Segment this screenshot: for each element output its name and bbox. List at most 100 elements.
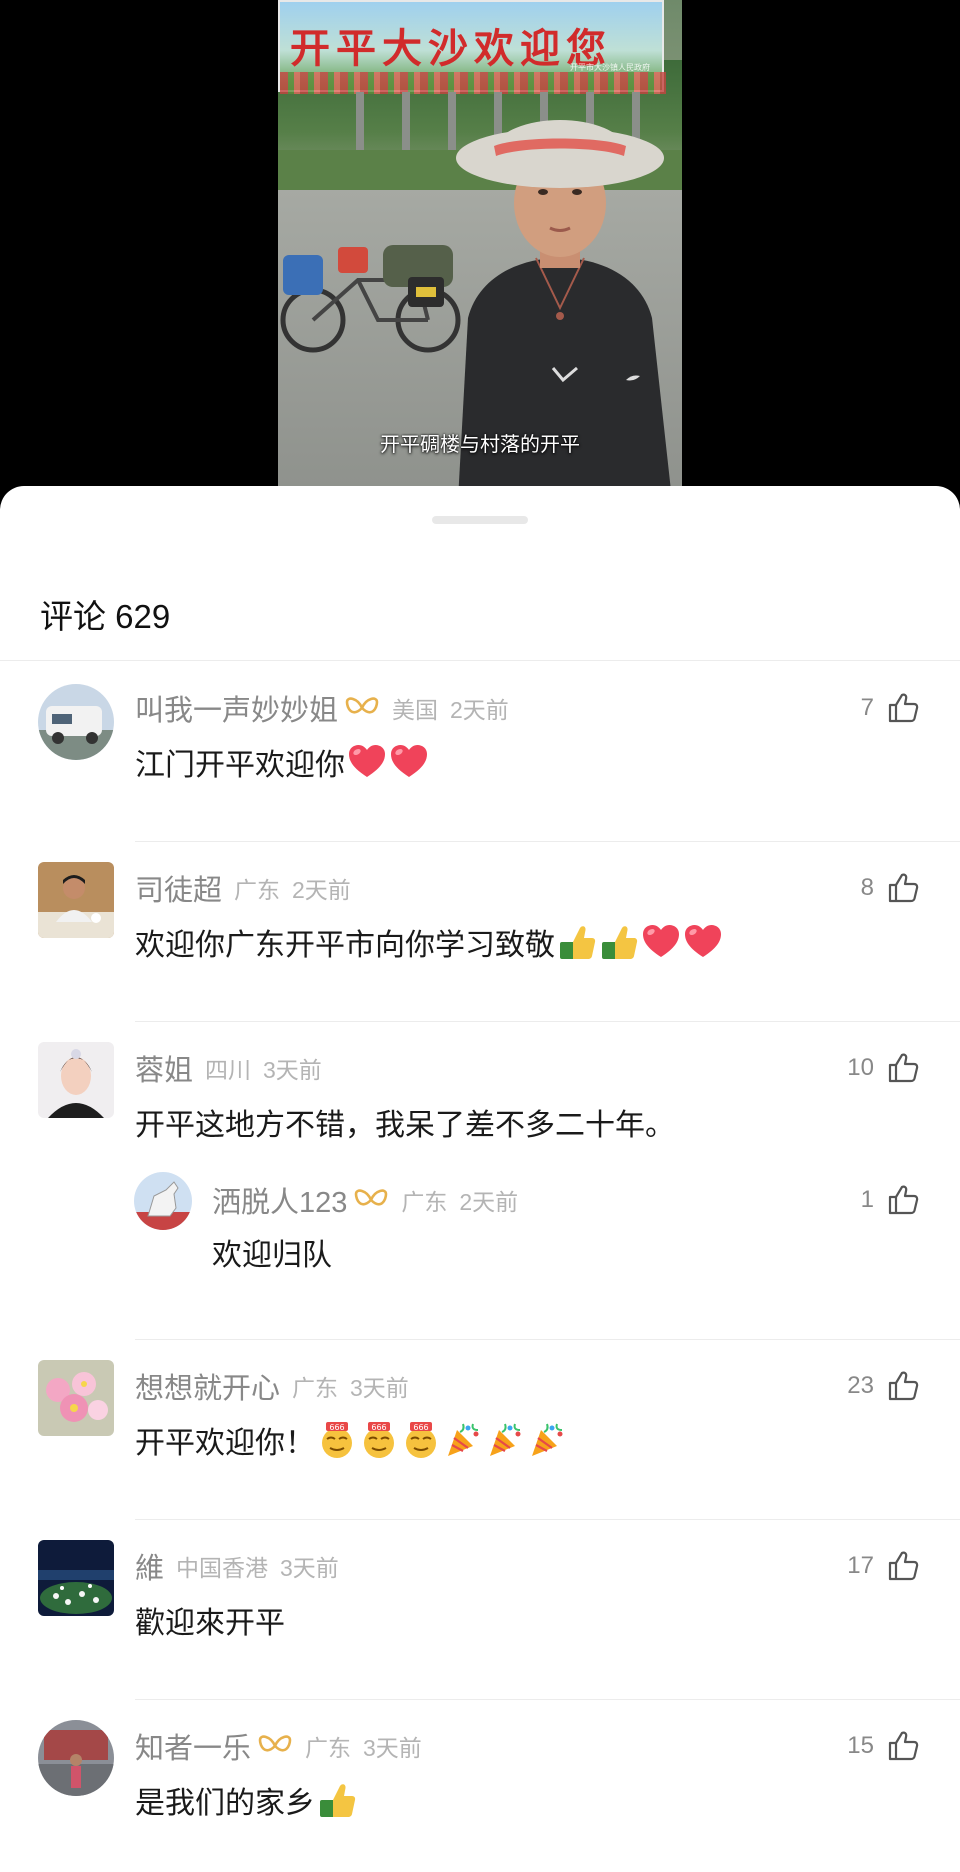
avatar-night-scene-image <box>38 1540 114 1616</box>
sheet-drag-handle[interactable] <box>432 516 528 524</box>
fan-badge-icon <box>344 694 380 722</box>
like-count: 7 <box>860 694 874 721</box>
comment-time: 3天前 <box>263 1057 322 1083</box>
comment-text-content: 江门开平欢迎你 <box>135 749 345 782</box>
avatar[interactable] <box>38 1042 114 1118</box>
comment-item: 維 中国香港 3天前 17 歡迎來开平 <box>0 1520 960 1700</box>
like-button[interactable]: 10 <box>847 1048 920 1088</box>
commenter-location: 广东 <box>234 877 281 903</box>
comment-text-content: 欢迎你广东开平市向你学习致敬 <box>135 929 555 962</box>
welcome-banner-subtitle: 开平市大沙镇人民政府 <box>570 63 650 72</box>
avatar[interactable] <box>38 1720 114 1796</box>
comment-text[interactable]: 开平这地方不错，我呆了差不多二十年。 <box>135 1100 675 1144</box>
comment-meta: 蓉姐 四川 3天前 <box>135 1048 322 1088</box>
comments-count: 629 <box>115 598 171 635</box>
like-count: 10 <box>847 1054 874 1081</box>
666-emoji-icon <box>317 1420 357 1460</box>
avatar[interactable] <box>38 1360 114 1436</box>
video-player[interactable]: 开平大沙欢迎您 开平市大沙镇人民政府 开平碉楼与村落的开平 <box>0 0 960 500</box>
comments-header: 评论 629 <box>40 590 170 638</box>
video-caption: 开平碉楼与村落的开平 <box>380 434 580 456</box>
avatar[interactable] <box>38 1540 114 1616</box>
like-count: 15 <box>847 1732 874 1759</box>
comment-time: 3天前 <box>350 1375 409 1401</box>
avatar[interactable] <box>38 862 114 938</box>
like-count: 17 <box>847 1552 874 1579</box>
comment-item: 想想就开心 广东 3天前 23 开平欢迎你！ <box>0 1340 960 1520</box>
avatar-horse-image <box>134 1172 192 1230</box>
replier-location: 广东 <box>401 1189 448 1215</box>
reply-like-count: 1 <box>860 1186 874 1213</box>
like-button[interactable]: 8 <box>861 868 920 908</box>
reply-like-button[interactable]: 1 <box>861 1180 920 1220</box>
thumbs-up-outline-icon <box>886 871 920 905</box>
reply-meta: 洒脱人123 广东 2天前 <box>212 1180 518 1220</box>
video-frame[interactable]: 开平大沙欢迎您 开平市大沙镇人民政府 开平碉楼与村落的开平 <box>278 0 682 500</box>
commenter-location: 四川 <box>205 1057 252 1083</box>
comment-time: 3天前 <box>280 1555 339 1581</box>
fan-badge-icon <box>257 1732 293 1760</box>
comment-meta: 司徒超 广东 2天前 <box>135 868 351 908</box>
like-button[interactable]: 7 <box>861 688 920 728</box>
commenter-location: 广东 <box>305 1735 352 1761</box>
like-button[interactable]: 15 <box>847 1726 920 1766</box>
reply-time: 2天前 <box>459 1189 519 1215</box>
fan-badge-icon <box>353 1186 389 1214</box>
thumbs-up-emoji-icon <box>599 922 639 962</box>
comment-meta: 知者一乐 广东 3天前 <box>135 1726 422 1766</box>
comment-text[interactable]: 是我们的家乡 <box>135 1778 357 1822</box>
comment-meta: 叫我一声妙妙姐 美国 2天前 <box>135 688 509 728</box>
comment-meta: 想想就开心 广东 3天前 <box>135 1366 409 1406</box>
comment-item: 知者一乐 广东 3天前 15 是我们的家乡 <box>0 1700 960 1872</box>
comment-text[interactable]: 欢迎你广东开平市向你学习致敬 <box>135 920 723 964</box>
commenter-location: 中国香港 <box>176 1555 269 1581</box>
comments-header-label: 评论 <box>40 598 106 635</box>
comment-text-content: 歡迎來开平 <box>135 1607 285 1640</box>
heart-emoji-icon <box>389 742 429 782</box>
comment-text-content: 开平这地方不错，我呆了差不多二十年。 <box>135 1109 675 1142</box>
welcome-banner-title: 开平大沙欢迎您 <box>290 25 612 72</box>
party-popper-emoji-icon <box>485 1420 525 1460</box>
commenter-name[interactable]: 蓉姐 <box>135 1047 193 1089</box>
comment-text[interactable]: 江门开平欢迎你 <box>135 740 429 784</box>
welcome-banner: 开平大沙欢迎您 开平市大沙镇人民政府 <box>278 0 666 94</box>
header-divider <box>0 660 960 661</box>
comment-time: 2天前 <box>450 697 509 723</box>
like-count: 8 <box>860 874 874 901</box>
commenter-name[interactable]: 叫我一声妙妙姐 <box>135 687 338 729</box>
666-emoji-icon <box>401 1420 441 1460</box>
comment-text[interactable]: 开平欢迎你！ <box>135 1418 567 1462</box>
avatar-street-image <box>38 1720 114 1796</box>
thumbs-up-emoji-icon <box>317 1780 357 1820</box>
avatar[interactable] <box>38 684 114 760</box>
heart-emoji-icon <box>347 742 387 782</box>
thumbs-up-outline-icon <box>886 1549 920 1583</box>
commenter-location: 美国 <box>392 697 439 723</box>
heart-emoji-icon <box>683 922 723 962</box>
like-count: 23 <box>847 1372 874 1399</box>
like-button[interactable]: 23 <box>847 1366 920 1406</box>
like-button[interactable]: 17 <box>847 1546 920 1586</box>
avatar-man-image <box>38 862 114 938</box>
avatar-woman-image <box>38 1042 114 1118</box>
reply-avatar[interactable] <box>134 1172 192 1230</box>
comment-text[interactable]: 歡迎來开平 <box>135 1598 285 1642</box>
comment-time: 3天前 <box>363 1735 422 1761</box>
banner-flowers <box>280 72 666 94</box>
commenter-name[interactable]: 維 <box>135 1545 164 1587</box>
party-popper-emoji-icon <box>443 1420 483 1460</box>
thumbs-up-outline-icon <box>886 1369 920 1403</box>
commenter-location: 广东 <box>292 1375 339 1401</box>
commenter-name[interactable]: 司徒超 <box>135 867 222 909</box>
thumbs-up-outline-icon <box>886 1183 920 1217</box>
replier-name[interactable]: 洒脱人123 <box>212 1179 347 1221</box>
commenter-name[interactable]: 知者一乐 <box>135 1725 251 1767</box>
avatar-rv-image <box>38 684 114 760</box>
comment-text-content: 是我们的家乡 <box>135 1787 315 1820</box>
comment-item: 叫我一声妙妙姐 美国 2天前 7 江门开平欢迎你 <box>0 662 960 842</box>
reply-text[interactable]: 欢迎归队 <box>212 1230 332 1274</box>
commenter-name[interactable]: 想想就开心 <box>135 1365 280 1407</box>
heart-emoji-icon <box>641 922 681 962</box>
comment-item: 司徒超 广东 2天前 8 欢迎你广东开平市向你学习致敬 <box>0 842 960 1022</box>
666-emoji-icon <box>359 1420 399 1460</box>
